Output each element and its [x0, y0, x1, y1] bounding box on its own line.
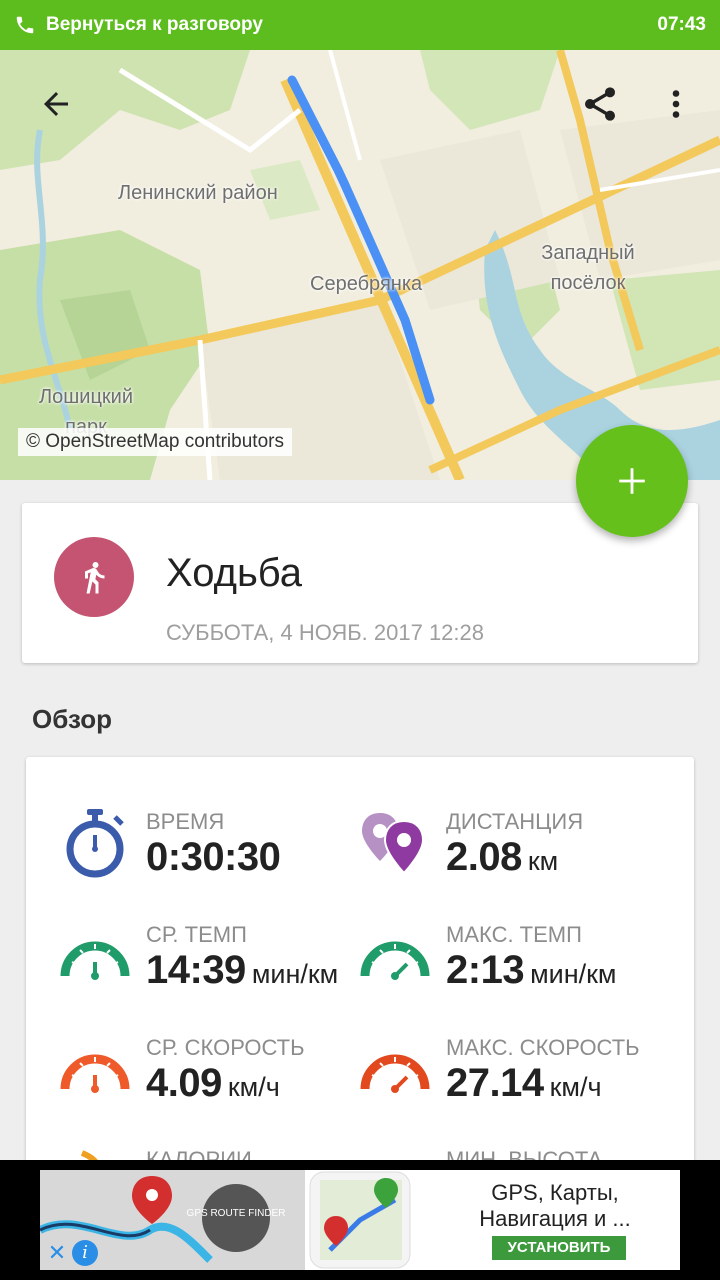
- max-speed-gauge-icon: [360, 1054, 430, 1093]
- back-button[interactable]: [28, 76, 84, 132]
- max-pace-gauge-icon: [360, 941, 430, 980]
- return-to-call-text[interactable]: Вернуться к разговору: [46, 14, 657, 36]
- walking-icon: [85, 562, 105, 594]
- activity-type-avatar: [54, 537, 134, 617]
- ad-content[interactable]: GPS ROUTE FINDER ✕ i GPS, Карты, Навигац…: [40, 1170, 680, 1270]
- map-label: Серебрянка: [310, 273, 423, 295]
- stat-label: ВРЕМЯ: [146, 809, 225, 834]
- ad-close-icon[interactable]: ✕: [44, 1240, 70, 1266]
- stat-value: 4.09 км/ч: [146, 1061, 280, 1105]
- stat-label: СР. СКОРОСТЬ: [146, 1035, 305, 1060]
- overflow-menu-button[interactable]: [648, 76, 704, 132]
- arrow-back-icon: [44, 92, 68, 116]
- stopwatch-icon: [66, 809, 124, 878]
- stat-value: 0:30:30: [146, 835, 281, 879]
- overview-title: Обзор: [32, 704, 112, 734]
- stat-max-speed: МАКС. СКОРОСТЬ 27.14 км/ч: [360, 1035, 680, 1135]
- stat-value: 2:13 мин/км: [446, 948, 617, 992]
- map-label: Западный посёлок: [541, 242, 635, 294]
- stat-distance: ДИСТАНЦИЯ 2.08 км: [360, 809, 680, 909]
- map-label: Ленинский район: [118, 182, 278, 204]
- ad-banner[interactable]: GPS ROUTE FINDER ✕ i GPS, Карты, Навигац…: [0, 1160, 720, 1280]
- ad-title: GPS, Карты, Навигация и ...: [479, 1180, 631, 1231]
- map-attribution[interactable]: © OpenStreetMap contributors: [18, 428, 292, 456]
- overview-stats-card: ВРЕМЯ 0:30:30 ДИСТАНЦИЯ 2.08 км СР. ТЕМП…: [26, 757, 694, 1217]
- stat-avg-pace: СР. ТЕМП 14:39 мин/км: [60, 922, 380, 1022]
- stat-label: МАКС. СКОРОСТЬ: [446, 1035, 640, 1060]
- stat-label: МАКС. ТЕМП: [446, 922, 582, 947]
- speed-gauge-icon: [60, 1054, 130, 1093]
- activity-title: Ходьба: [166, 551, 303, 595]
- pace-gauge-icon: [60, 941, 130, 980]
- ad-info-icon[interactable]: i: [72, 1240, 98, 1266]
- add-fab-button[interactable]: [576, 425, 688, 537]
- clock: 07:43: [657, 14, 706, 35]
- status-bar[interactable]: Вернуться к разговору 07:43: [0, 0, 720, 50]
- ad-badge-text: GPS ROUTE FINDER: [187, 1208, 286, 1219]
- share-button[interactable]: [572, 76, 628, 132]
- stat-value: 27.14 км/ч: [446, 1061, 602, 1105]
- share-icon: [585, 87, 615, 121]
- stat-avg-speed: СР. СКОРОСТЬ 4.09 км/ч: [60, 1035, 380, 1135]
- stat-value: 14:39 мин/км: [146, 948, 339, 992]
- route-map[interactable]: Ленинский район Серебрянка Западный посё…: [0, 50, 720, 480]
- phone-icon: [16, 16, 34, 34]
- plus-icon: [619, 468, 645, 494]
- activity-date: СУББОТА, 4 НОЯБ. 2017 12:28: [166, 620, 485, 645]
- more-vert-icon: [672, 90, 680, 118]
- ad-image: GPS ROUTE FINDER: [40, 1170, 411, 1270]
- stat-value: 2.08 км: [446, 835, 559, 879]
- activity-detail-screen: Вернуться к разговору 07:43 Ленинский ра…: [0, 0, 720, 1280]
- location-pins-icon: [362, 813, 425, 875]
- stat-label: СР. ТЕМП: [146, 922, 247, 947]
- activity-header-card[interactable]: Ходьба СУББОТА, 4 НОЯБ. 2017 12:28: [22, 503, 698, 663]
- stat-label: ДИСТАНЦИЯ: [446, 809, 584, 834]
- stat-time: ВРЕМЯ 0:30:30: [60, 809, 380, 909]
- stat-max-pace: МАКС. ТЕМП 2:13 мин/км: [360, 922, 680, 1022]
- ad-install-button[interactable]: УСТАНОВИТЬ: [492, 1236, 626, 1260]
